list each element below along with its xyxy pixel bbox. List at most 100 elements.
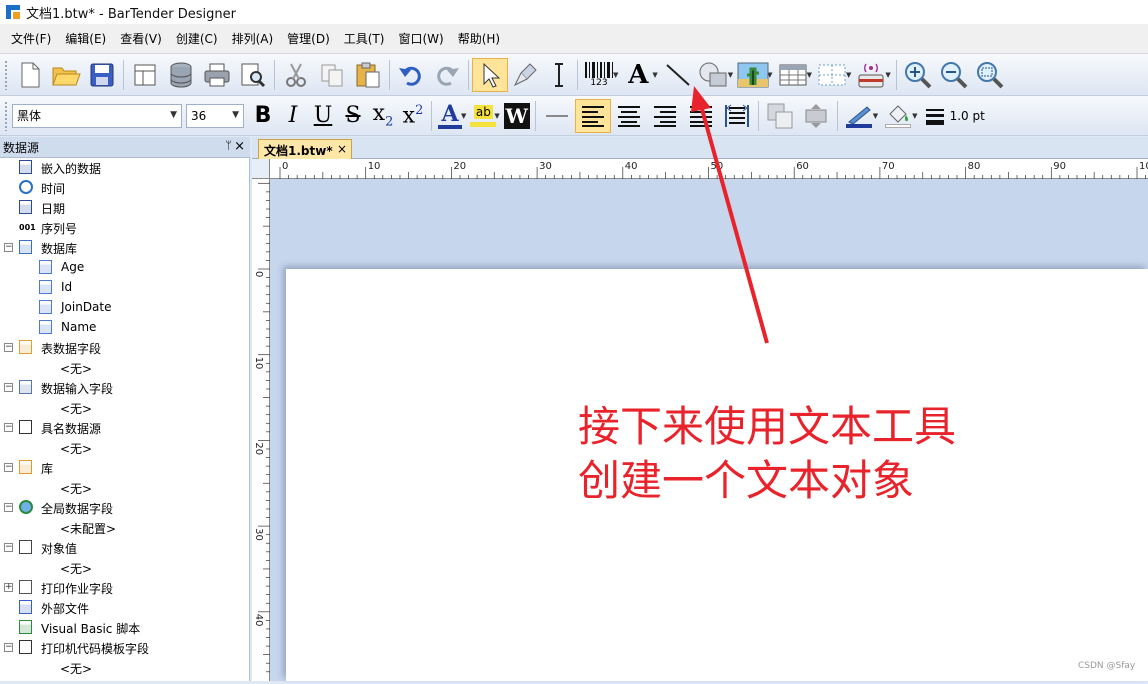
menu-arrange[interactable]: 排列(A) bbox=[225, 30, 281, 47]
collapse-icon[interactable]: − bbox=[4, 503, 13, 512]
tree-item[interactable]: − 全局数据字段 bbox=[0, 498, 249, 518]
menu-view[interactable]: 查看(V) bbox=[113, 30, 169, 47]
fill-color-icon[interactable] bbox=[880, 99, 916, 133]
paste-icon[interactable] bbox=[350, 58, 386, 92]
fit-width-icon[interactable] bbox=[719, 99, 755, 133]
highlight-button[interactable]: ab bbox=[468, 99, 498, 133]
tree-item[interactable]: 日期 bbox=[0, 198, 249, 218]
page-setup-icon[interactable] bbox=[127, 58, 163, 92]
print-preview-icon[interactable] bbox=[235, 58, 271, 92]
close-tab-icon[interactable]: × bbox=[337, 142, 347, 156]
shape-icon[interactable] bbox=[696, 58, 732, 92]
zoom-out-icon[interactable] bbox=[936, 58, 972, 92]
tree-item[interactable]: − 打印机代码模板字段 bbox=[0, 638, 249, 658]
font-size-select[interactable]: 36 ▼ bbox=[186, 103, 244, 128]
cut-icon[interactable] bbox=[278, 58, 314, 92]
database-icon[interactable] bbox=[163, 58, 199, 92]
tree-item[interactable]: 时间 bbox=[0, 178, 249, 198]
format-painter-icon[interactable] bbox=[508, 58, 544, 92]
tree-item[interactable]: − 具名数据源 bbox=[0, 418, 249, 438]
line-icon[interactable] bbox=[660, 58, 696, 92]
toolbar-grip[interactable] bbox=[4, 100, 8, 131]
line-width-value[interactable]: 1.0 pt bbox=[950, 109, 985, 123]
collapse-icon[interactable]: − bbox=[4, 543, 13, 552]
menu-help[interactable]: 帮助(H) bbox=[451, 30, 507, 47]
text-tool-icon[interactable]: A bbox=[620, 58, 656, 92]
undo-icon[interactable] bbox=[393, 58, 429, 92]
rfid-icon[interactable] bbox=[853, 58, 889, 92]
select-pointer-icon[interactable] bbox=[472, 57, 508, 92]
tree-item[interactable]: Name bbox=[0, 318, 249, 338]
collapse-icon[interactable]: − bbox=[4, 463, 13, 472]
tree-item[interactable]: <无> bbox=[0, 358, 249, 378]
send-to-back-icon[interactable] bbox=[762, 99, 798, 133]
menu-edit[interactable]: 编辑(E) bbox=[58, 30, 113, 47]
tab-document1[interactable]: 文档1.btw* × bbox=[258, 139, 352, 160]
menu-window[interactable]: 窗口(W) bbox=[391, 30, 450, 47]
underline-button[interactable]: U bbox=[308, 99, 338, 133]
tree-item-label: <无> bbox=[60, 562, 93, 576]
align-left-icon[interactable] bbox=[574, 98, 611, 133]
expand-icon[interactable]: + bbox=[4, 583, 13, 592]
line-color-icon[interactable] bbox=[841, 99, 877, 133]
font-color-button[interactable]: A bbox=[435, 99, 465, 133]
tree-item[interactable]: − 数据输入字段 bbox=[0, 378, 249, 398]
redo-icon[interactable] bbox=[429, 58, 465, 92]
strikethrough-button[interactable]: S bbox=[338, 99, 368, 133]
tree-item[interactable]: <未配置> bbox=[0, 518, 249, 538]
tree-item[interactable]: Visual Basic 脚本 bbox=[0, 618, 249, 638]
tree-item[interactable]: <无> bbox=[0, 438, 249, 458]
print-icon[interactable] bbox=[199, 58, 235, 92]
tree-item[interactable]: 嵌入的数据 bbox=[0, 158, 249, 178]
zoom-in-icon[interactable] bbox=[900, 58, 936, 92]
line-width-icon[interactable] bbox=[920, 99, 950, 133]
tree-item[interactable]: <无> bbox=[0, 658, 249, 678]
collapse-icon[interactable]: − bbox=[4, 643, 13, 652]
bring-to-front-icon[interactable] bbox=[798, 99, 834, 133]
save-icon[interactable] bbox=[84, 58, 120, 92]
collapse-icon[interactable]: − bbox=[4, 243, 13, 252]
tree-item[interactable]: 外部文件 bbox=[0, 598, 249, 618]
open-icon[interactable] bbox=[48, 58, 84, 92]
tree-item[interactable]: Id bbox=[0, 278, 249, 298]
tree-item[interactable]: Age bbox=[0, 258, 249, 278]
text-cursor-icon[interactable] bbox=[544, 58, 574, 92]
collapse-icon[interactable]: − bbox=[4, 383, 13, 392]
tree-item[interactable]: + 打印作业字段 bbox=[0, 578, 249, 598]
bold-button[interactable]: B bbox=[248, 99, 278, 133]
menu-tools[interactable]: 工具(T) bbox=[337, 30, 392, 47]
menu-file[interactable]: 文件(F) bbox=[4, 30, 58, 47]
pin-icon[interactable]: ᛘ bbox=[225, 139, 232, 152]
tree-item[interactable]: − 对象值 bbox=[0, 538, 249, 558]
collapse-icon[interactable]: − bbox=[4, 343, 13, 352]
font-name-select[interactable]: 黑体 ▼ bbox=[12, 103, 182, 128]
grid-icon[interactable] bbox=[814, 58, 850, 92]
collapse-icon[interactable]: − bbox=[4, 423, 13, 432]
tree-item[interactable]: <无> bbox=[0, 558, 249, 578]
tree-item[interactable]: − 数据库 bbox=[0, 238, 249, 258]
menu-create[interactable]: 创建(C) bbox=[169, 30, 225, 47]
italic-button[interactable]: I bbox=[278, 99, 308, 133]
tree-item[interactable]: − 表数据字段 bbox=[0, 338, 249, 358]
close-icon[interactable]: × bbox=[234, 139, 245, 154]
new-icon[interactable] bbox=[12, 58, 48, 92]
tree-item[interactable]: <无> bbox=[0, 398, 249, 418]
align-justify-icon[interactable] bbox=[683, 99, 719, 133]
copy-icon[interactable] bbox=[314, 58, 350, 92]
barcode-icon[interactable]: 123 bbox=[581, 58, 617, 92]
line-style-icon[interactable] bbox=[539, 99, 575, 133]
tree-item[interactable]: 001 序列号 bbox=[0, 218, 249, 238]
align-center-icon[interactable] bbox=[611, 99, 647, 133]
zoom-fit-icon[interactable] bbox=[972, 58, 1008, 92]
menu-administer[interactable]: 管理(D) bbox=[280, 30, 337, 47]
toolbar-grip[interactable] bbox=[4, 59, 8, 90]
word-wrap-button[interactable]: W bbox=[502, 99, 532, 133]
picture-icon[interactable] bbox=[735, 58, 771, 92]
subscript-button[interactable]: x2 bbox=[368, 99, 398, 133]
superscript-button[interactable]: x2 bbox=[398, 99, 428, 133]
tree-item[interactable]: <无> bbox=[0, 478, 249, 498]
tree-item[interactable]: JoinDate bbox=[0, 298, 249, 318]
tree-item[interactable]: − 库 bbox=[0, 458, 249, 478]
table-icon[interactable] bbox=[775, 58, 811, 92]
align-right-icon[interactable] bbox=[647, 99, 683, 133]
